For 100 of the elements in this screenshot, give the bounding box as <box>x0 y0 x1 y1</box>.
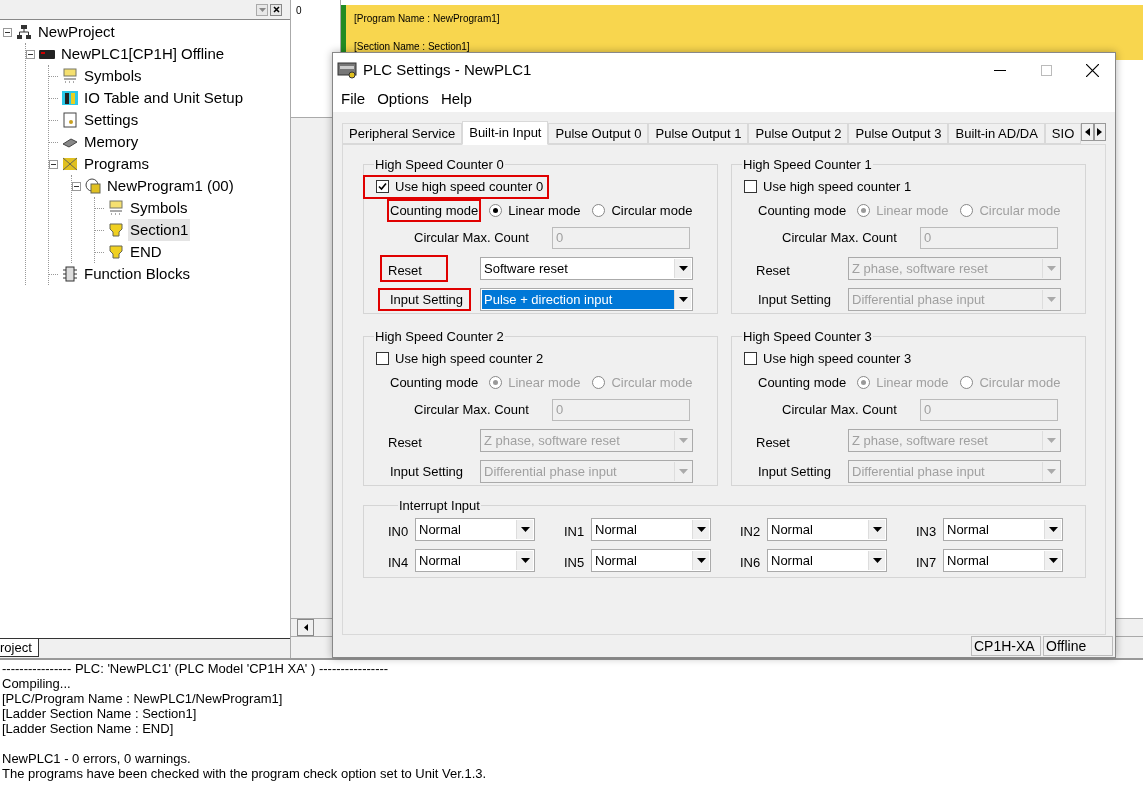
panel-tab[interactable]: roject <box>0 639 39 657</box>
tab[interactable]: Pulse Output 3 <box>848 123 949 144</box>
collapse-icon[interactable] <box>26 49 35 59</box>
caret-icon <box>678 438 688 443</box>
tab-scroll-left-button[interactable] <box>1081 123 1094 141</box>
tab[interactable]: Pulse Output 0 <box>548 123 649 144</box>
tree-item[interactable]: IO Table and Unit Setup <box>82 86 245 110</box>
tree-item[interactable]: Symbols <box>82 64 144 88</box>
tree-item[interactable]: NewPLC1[CP1H] Offline <box>59 42 227 66</box>
field-label: Circular Max. Count <box>782 400 898 419</box>
tree-item[interactable]: END <box>128 240 164 264</box>
caret-icon <box>696 558 706 564</box>
checkbox-label[interactable]: Use high speed counter 2 <box>395 348 544 369</box>
radio-button[interactable] <box>592 376 606 389</box>
field-label: Input Setting <box>757 290 832 309</box>
dropdown[interactable]: Normal <box>943 517 1063 541</box>
tree-item[interactable]: Programs <box>82 152 152 176</box>
caret-icon <box>258 7 266 12</box>
field-label: Counting mode <box>757 373 848 392</box>
radio-button[interactable] <box>960 376 974 389</box>
menu-item[interactable]: Options <box>371 88 435 111</box>
dropdown[interactable]: Software reset <box>480 257 693 280</box>
window-title: PLC Settings - NewPLC1 <box>363 59 532 80</box>
dropdown-arrow-button[interactable] <box>674 259 691 278</box>
dropdown-arrow-button[interactable] <box>1044 519 1061 539</box>
left-arrow-icon <box>1084 128 1090 136</box>
caret-icon <box>1046 438 1056 443</box>
tree-item[interactable]: Memory <box>82 130 141 154</box>
output-line: ---------------- PLC: 'NewPLC1' (PLC Model 'CP1H XA' ) ---------------- <box>2 661 390 676</box>
checkbox[interactable] <box>376 180 389 193</box>
tab[interactable]: SIO <box>1044 123 1082 144</box>
field-label: Input Setting <box>757 462 832 481</box>
caret-icon <box>1048 526 1058 532</box>
tree-item[interactable]: Settings <box>82 108 141 132</box>
checkbox-label[interactable]: Use high speed counter 3 <box>763 348 912 369</box>
dropdown[interactable]: Normal <box>415 517 535 541</box>
tab[interactable]: Pulse Output 1 <box>648 123 749 144</box>
caret-icon <box>678 297 688 302</box>
output-line: [Ladder Section Name : END] <box>2 721 175 736</box>
dropdown-arrow-button[interactable] <box>516 519 533 539</box>
tree-item[interactable]: Function Blocks <box>82 262 192 286</box>
field-label: IN4 <box>388 554 410 572</box>
io-icon <box>62 90 78 106</box>
field-label: Reset <box>755 261 791 280</box>
checkbox-label[interactable]: Use high speed counter 1 <box>763 176 912 197</box>
scroll-left-button[interactable] <box>297 619 314 636</box>
rung-comment: [Program Name : NewProgram1] <box>354 12 501 27</box>
dropdown[interactable]: Normal <box>591 517 711 541</box>
dropdown-arrow-button[interactable] <box>516 551 533 571</box>
menu-item[interactable]: File <box>335 88 372 111</box>
radio-label[interactable]: Linear mode <box>508 200 581 221</box>
dropdown[interactable]: Pulse + direction input <box>480 288 693 311</box>
dropdown-arrow-button[interactable] <box>692 519 709 539</box>
dropdown[interactable]: Normal <box>767 549 887 573</box>
dropdown-arrow-button[interactable] <box>1044 551 1061 571</box>
collapse-icon[interactable] <box>72 181 81 191</box>
tree-item[interactable]: NewProgram1 (00) <box>105 174 236 198</box>
collapse-icon[interactable] <box>49 159 58 169</box>
radio-button[interactable] <box>489 204 503 217</box>
dropdown[interactable]: Normal <box>591 549 711 573</box>
radio-button[interactable] <box>857 204 871 217</box>
field-label: Reset <box>380 254 448 283</box>
dropdown[interactable]: Normal <box>415 549 535 573</box>
minimize-icon <box>994 69 1006 71</box>
dropdown-arrow-button[interactable] <box>868 519 885 539</box>
caret-icon <box>520 526 530 532</box>
tab[interactable]: Pulse Output 2 <box>748 123 849 144</box>
checkbox[interactable] <box>744 352 757 365</box>
menu-item[interactable]: Help <box>434 88 478 111</box>
caret-icon <box>872 526 882 532</box>
caret-icon <box>678 266 688 271</box>
rung-number: 0 <box>296 5 302 16</box>
tree-item[interactable]: NewProject <box>36 20 117 44</box>
radio-button[interactable] <box>960 204 974 217</box>
radio-button[interactable] <box>489 376 503 389</box>
dropdown[interactable]: Normal <box>767 517 887 541</box>
close-button[interactable] <box>270 3 282 16</box>
field-label: IN7 <box>916 554 938 572</box>
rung-comment: [Section Name : Section1] <box>354 39 471 54</box>
radio-button[interactable] <box>592 204 606 217</box>
field-label: IN3 <box>916 522 938 541</box>
field-label: Circular Max. Count <box>782 228 898 247</box>
caret-icon <box>1048 558 1058 564</box>
checkbox[interactable] <box>376 352 389 365</box>
caret-icon <box>696 526 706 532</box>
tree-item[interactable]: Section1 <box>128 218 191 242</box>
radio-button[interactable] <box>857 376 871 389</box>
dropdown-arrow-button[interactable] <box>868 551 885 571</box>
checkbox[interactable] <box>744 180 757 193</box>
collapse-icon[interactable] <box>3 27 12 37</box>
dropdown[interactable]: Normal <box>943 549 1063 573</box>
tree-item[interactable]: Symbols <box>128 196 190 220</box>
dropdown-arrow-button[interactable] <box>692 551 709 571</box>
dropdown-arrow-button[interactable] <box>674 290 691 309</box>
tab[interactable]: Built-in AD/DA <box>948 123 1045 144</box>
document-icon <box>62 112 78 128</box>
tab[interactable]: Peripheral Service <box>342 123 463 144</box>
radio-label[interactable]: Circular mode <box>611 200 693 221</box>
tab[interactable]: Built-in Input <box>462 121 549 145</box>
symbols-icon <box>108 200 124 216</box>
